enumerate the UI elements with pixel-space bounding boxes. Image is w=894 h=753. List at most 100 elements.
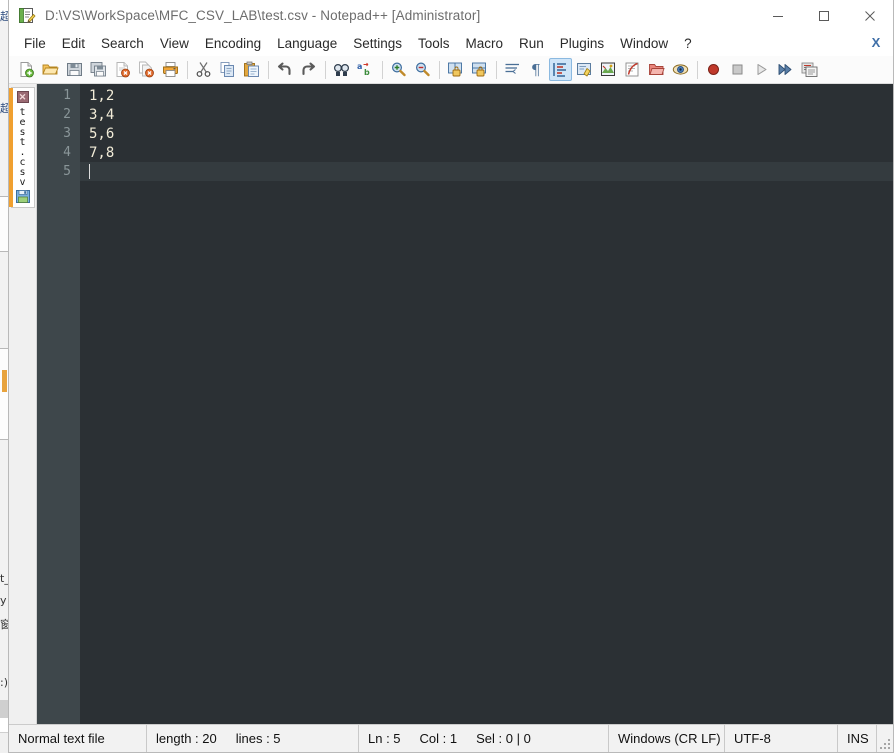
status-eol-format[interactable]: Windows (CR LF) [609, 725, 725, 752]
cut-icon[interactable] [192, 58, 215, 81]
active-tab-accent [9, 88, 13, 207]
status-file-type[interactable]: Normal text file [9, 725, 147, 752]
menu-item-help[interactable]: ? [676, 33, 700, 55]
sync-horizontal-scroll-icon[interactable] [468, 58, 491, 81]
new-file-icon[interactable] [15, 58, 38, 81]
toolbar-separator [382, 60, 383, 79]
document-tab-test-csv[interactable]: ✕ test.csv [9, 87, 35, 208]
undo-icon[interactable] [273, 58, 296, 81]
save-all-icon[interactable] [87, 58, 110, 81]
line-number: 1 [63, 88, 71, 103]
editor-line[interactable]: 3 5,6 [37, 124, 893, 143]
paste-icon[interactable] [240, 58, 263, 81]
close-document-button[interactable]: X [868, 34, 884, 50]
resize-grip[interactable] [877, 725, 893, 752]
user-defined-language-icon[interactable] [573, 58, 596, 81]
status-line-number: Ln : 5 [368, 731, 401, 746]
tab-label: test.csv [17, 107, 28, 187]
run-macro-multiple-icon[interactable] [774, 58, 797, 81]
line-text: 1,2 [89, 87, 115, 104]
code-lines: 1 1,2 2 3,4 3 5,6 4 7,8 5 [37, 86, 893, 181]
function-list-icon[interactable] [621, 58, 644, 81]
menu-item-plugins[interactable]: Plugins [552, 33, 612, 55]
editor-line[interactable]: 2 3,4 [37, 105, 893, 124]
status-bar: Normal text file length : 20 lines : 5 L… [9, 724, 893, 752]
line-number: 5 [63, 164, 71, 179]
menu-item-window[interactable]: Window [612, 33, 676, 55]
save-icon[interactable] [63, 58, 86, 81]
menu-item-macro[interactable]: Macro [458, 33, 512, 55]
background-accent-marker [2, 370, 7, 392]
screen: 超 超 t_ y 窗 :) D:\VS\WorkSpace\MFC_CSV_LA… [0, 0, 894, 753]
menu-item-search[interactable]: Search [93, 33, 152, 55]
editor-area: ✕ test.csv 1 1,2 2 3,4 3 5,6 4 7,8 5 [9, 84, 893, 724]
background-text-fragment: :) [0, 676, 8, 689]
open-file-icon[interactable] [39, 58, 62, 81]
line-number: 3 [63, 126, 71, 141]
menu-item-tools[interactable]: Tools [410, 33, 458, 55]
toolbar-separator [268, 60, 269, 79]
status-length-lines[interactable]: length : 20 lines : 5 [147, 725, 359, 752]
save-macro-icon[interactable] [798, 58, 821, 81]
menu-item-file[interactable]: File [16, 33, 54, 55]
show-all-characters-icon[interactable]: ¶ [525, 58, 548, 81]
print-icon[interactable] [159, 58, 182, 81]
notepad-plus-plus-window: D:\VS\WorkSpace\MFC_CSV_LAB\test.csv - N… [8, 0, 894, 753]
copy-icon[interactable] [216, 58, 239, 81]
redo-icon[interactable] [297, 58, 320, 81]
editor-line[interactable]: 1 1,2 [37, 86, 893, 105]
text-caret [89, 164, 90, 179]
toolbar-separator [187, 60, 188, 79]
text-editor[interactable]: 1 1,2 2 3,4 3 5,6 4 7,8 5 [37, 84, 893, 724]
close-window-button[interactable] [847, 0, 893, 31]
toolbar-separator [325, 60, 326, 79]
status-insert-mode[interactable]: INS [838, 725, 877, 752]
toolbar-separator [496, 60, 497, 79]
find-icon[interactable] [330, 58, 353, 81]
record-macro-icon[interactable] [702, 58, 725, 81]
monitoring-icon[interactable] [669, 58, 692, 81]
saved-floppy-icon [15, 190, 30, 203]
maximize-button[interactable] [801, 0, 847, 31]
editor-line-current[interactable]: 5 [37, 162, 893, 181]
close-file-icon[interactable] [111, 58, 134, 81]
status-column-number: Col : 1 [419, 731, 458, 746]
line-text: 5,6 [89, 125, 115, 142]
svg-text:a: a [357, 62, 362, 71]
zoom-in-icon[interactable] [387, 58, 410, 81]
notepad-plus-plus-icon [18, 7, 36, 25]
replace-icon[interactable]: ab [354, 58, 377, 81]
play-macro-icon[interactable] [750, 58, 773, 81]
document-tab-strip: ✕ test.csv [9, 84, 37, 724]
toolbar-separator [439, 60, 440, 79]
status-caret-position[interactable]: Ln : 5 Col : 1 Sel : 0 | 0 [359, 725, 609, 752]
window-controls [755, 0, 893, 31]
menu-item-run[interactable]: Run [511, 33, 552, 55]
tab-close-icon[interactable]: ✕ [16, 91, 29, 103]
sync-vertical-scroll-icon[interactable] [444, 58, 467, 81]
folder-as-workspace-icon[interactable] [645, 58, 668, 81]
line-number: 4 [63, 145, 71, 160]
menu-item-language[interactable]: Language [269, 33, 345, 55]
stop-macro-icon[interactable] [726, 58, 749, 81]
word-wrap-icon[interactable] [501, 58, 524, 81]
editor-line[interactable]: 4 7,8 [37, 143, 893, 162]
menu-item-edit[interactable]: Edit [54, 33, 93, 55]
menu-item-settings[interactable]: Settings [345, 33, 410, 55]
menu-item-encoding[interactable]: Encoding [197, 33, 269, 55]
zoom-out-icon[interactable] [411, 58, 434, 81]
background-text-fragment: y [0, 594, 7, 607]
document-map-icon[interactable] [597, 58, 620, 81]
svg-text:b: b [364, 68, 370, 77]
show-indent-guide-icon[interactable] [549, 58, 572, 81]
toolbar: ab ¶ [9, 56, 893, 84]
menu-item-view[interactable]: View [152, 33, 197, 55]
line-number: 2 [63, 107, 71, 122]
title-bar[interactable]: D:\VS\WorkSpace\MFC_CSV_LAB\test.csv - N… [9, 0, 893, 31]
status-encoding[interactable]: UTF-8 [725, 725, 838, 752]
close-all-files-icon[interactable] [135, 58, 158, 81]
line-text: 3,4 [89, 106, 115, 123]
toolbar-separator [697, 60, 698, 79]
line-text: 7,8 [89, 144, 115, 161]
minimize-button[interactable] [755, 0, 801, 31]
